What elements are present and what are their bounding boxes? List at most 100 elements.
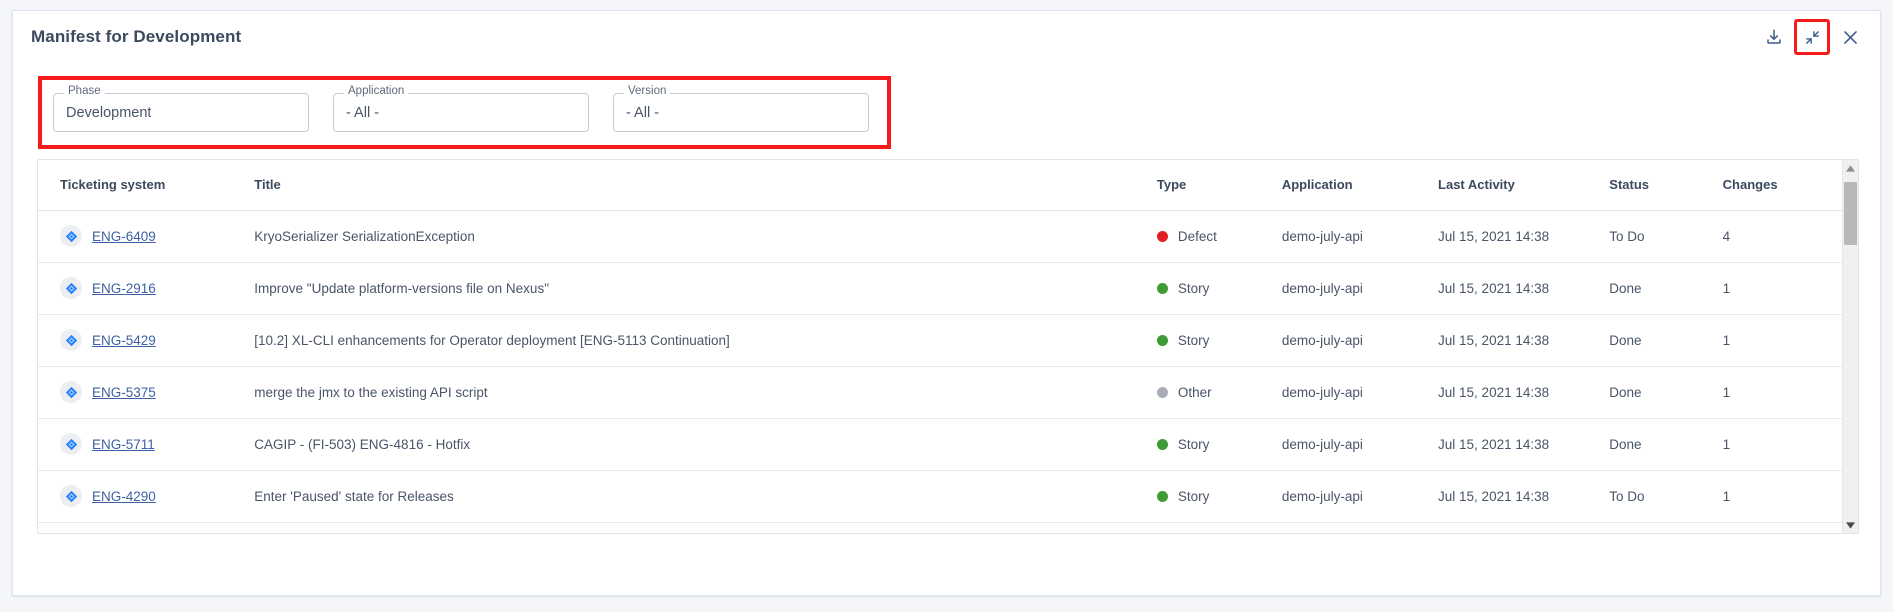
application-label: Application (344, 85, 409, 98)
scroll-down-button[interactable] (1843, 517, 1858, 533)
column-header-last-activity[interactable]: Last Activity (1430, 160, 1602, 211)
cell-title: Improve "Update platform-versions file o… (246, 262, 1149, 315)
cell-application: demo-july-api (1273, 314, 1431, 367)
column-header-status[interactable]: Status (1601, 160, 1715, 211)
cell-application: demo-july-api (1273, 470, 1431, 523)
status-badge: Done (1601, 314, 1715, 367)
type-status-dot (1156, 230, 1168, 242)
header-actions (1758, 19, 1866, 55)
column-header-changes[interactable]: Changes (1714, 160, 1842, 211)
table-row[interactable]: ENG-5711 CAGIP - (FI-503) ENG-4816 - Hotf… (38, 418, 1842, 471)
cell-type: Story (1148, 418, 1274, 471)
column-header-ticketing-system[interactable]: Ticketing system (38, 160, 247, 211)
ticket-type-icon (60, 433, 82, 455)
column-header-title[interactable]: Title (246, 160, 1149, 211)
vertical-scrollbar[interactable] (1842, 160, 1858, 533)
status-badge: To Do (1601, 470, 1715, 523)
cell-last-activity: Jul 15, 2021 14:38 (1430, 262, 1602, 315)
cell-changes: 4 (1714, 210, 1842, 263)
type-label: Story (1177, 280, 1210, 296)
cell-changes: 1 (1714, 418, 1842, 471)
manifest-table: Ticketing system Title Type Application … (38, 160, 1842, 523)
caret-up-icon (1846, 164, 1855, 172)
ticket-type-icon (60, 381, 82, 403)
table-header-row: Ticketing system Title Type Application … (38, 160, 1842, 211)
page-title: Manifest for Development (31, 27, 242, 46)
cell-application: demo-july-api (1273, 262, 1431, 315)
download-button[interactable] (1758, 21, 1790, 53)
scrollbar-thumb[interactable] (1844, 182, 1857, 245)
cell-application: demo-july-api (1273, 418, 1431, 471)
application-select[interactable]: Application - All - (333, 85, 589, 132)
cell-last-activity: Jul 15, 2021 14:38 (1430, 366, 1602, 419)
table-row[interactable]: ENG-5429 [10.2] XL-CLI enhancements for O… (38, 314, 1842, 367)
type-status-dot (1156, 386, 1168, 398)
close-button[interactable] (1834, 21, 1866, 53)
type-label: Story (1177, 436, 1210, 452)
close-icon (1841, 28, 1860, 47)
cell-ticketing-system: ENG-5711 (38, 418, 247, 471)
version-value: - All - (626, 104, 660, 121)
ticket-type-icon (60, 485, 82, 507)
manifest-panel: Manifest for Development Phase Developme… (12, 10, 1881, 596)
cell-ticketing-system: ENG-4290 (38, 470, 247, 523)
cell-title: Enter 'Paused' state for Releases (246, 470, 1149, 523)
table-row[interactable]: ENG-4290 Enter 'Paused' state for Release… (38, 470, 1842, 523)
cell-application: demo-july-api (1273, 210, 1431, 263)
manifest-table-card: Ticketing system Title Type Application … (37, 159, 1859, 534)
table-row[interactable]: ENG-6409 KryoSerializer SerializationExce… (38, 210, 1842, 263)
cell-changes: 1 (1714, 366, 1842, 419)
cell-ticketing-system: ENG-5375 (38, 366, 247, 419)
cell-last-activity: Jul 15, 2021 14:38 (1430, 210, 1602, 263)
status-badge: To Do (1601, 210, 1715, 263)
cell-ticketing-system: ENG-5429 (38, 314, 247, 367)
status-badge: Done (1601, 366, 1715, 419)
column-header-type[interactable]: Type (1148, 160, 1274, 211)
cell-title: merge the jmx to the existing API script (246, 366, 1149, 419)
cell-title: KryoSerializer SerializationException (246, 210, 1149, 263)
cell-last-activity: Jul 15, 2021 14:38 (1430, 418, 1602, 471)
type-status-dot (1156, 282, 1168, 294)
type-status-dot (1156, 490, 1168, 502)
collapse-button[interactable] (1794, 19, 1830, 55)
collapse-icon (1804, 29, 1821, 46)
table-header: Ticketing system Title Type Application … (38, 160, 1842, 211)
scroll-up-button[interactable] (1843, 160, 1858, 176)
version-select[interactable]: Version - All - (613, 85, 869, 132)
application-value: - All - (346, 104, 380, 121)
phase-select[interactable]: Phase Development (53, 85, 309, 132)
cell-application: demo-july-api (1273, 366, 1431, 419)
type-label: Story (1177, 332, 1210, 348)
panel-header: Manifest for Development (13, 11, 1880, 63)
cell-last-activity: Jul 15, 2021 14:38 (1430, 470, 1602, 523)
status-badge: Done (1601, 418, 1715, 471)
ticket-link[interactable]: ENG-6409 (92, 229, 156, 244)
cell-changes: 1 (1714, 470, 1842, 523)
type-status-dot (1156, 334, 1168, 346)
cell-type: Other (1148, 366, 1274, 419)
type-label: Other (1177, 384, 1212, 400)
cell-ticketing-system: ENG-6409 (38, 210, 247, 263)
scrollbar-track[interactable] (1843, 176, 1858, 517)
phase-label: Phase (64, 85, 105, 98)
ticket-link[interactable]: ENG-5375 (92, 385, 156, 400)
ticket-link[interactable]: ENG-5711 (92, 437, 155, 452)
table-body: ENG-6409 KryoSerializer SerializationExce… (38, 210, 1842, 523)
cell-title: [10.2] XL-CLI enhancements for Operator … (246, 314, 1149, 367)
filter-bar: Phase Development Application - All - Ve… (38, 76, 891, 149)
version-label: Version (624, 85, 671, 98)
type-label: Story (1177, 488, 1210, 504)
column-header-application[interactable]: Application (1273, 160, 1431, 211)
ticket-link[interactable]: ENG-4290 (92, 489, 156, 504)
cell-ticketing-system: ENG-2916 (38, 262, 247, 315)
table-row[interactable]: ENG-5375 merge the jmx to the existing AP… (38, 366, 1842, 419)
ticket-link[interactable]: ENG-5429 (92, 333, 156, 348)
type-label: Defect (1177, 228, 1217, 244)
phase-value: Development (66, 104, 152, 121)
cell-type: Story (1148, 262, 1274, 315)
status-badge: Done (1601, 262, 1715, 315)
cell-type: Story (1148, 314, 1274, 367)
table-scroll-area: Ticketing system Title Type Application … (38, 160, 1842, 533)
table-row[interactable]: ENG-2916 Improve "Update platform-version… (38, 262, 1842, 315)
ticket-link[interactable]: ENG-2916 (92, 281, 156, 296)
